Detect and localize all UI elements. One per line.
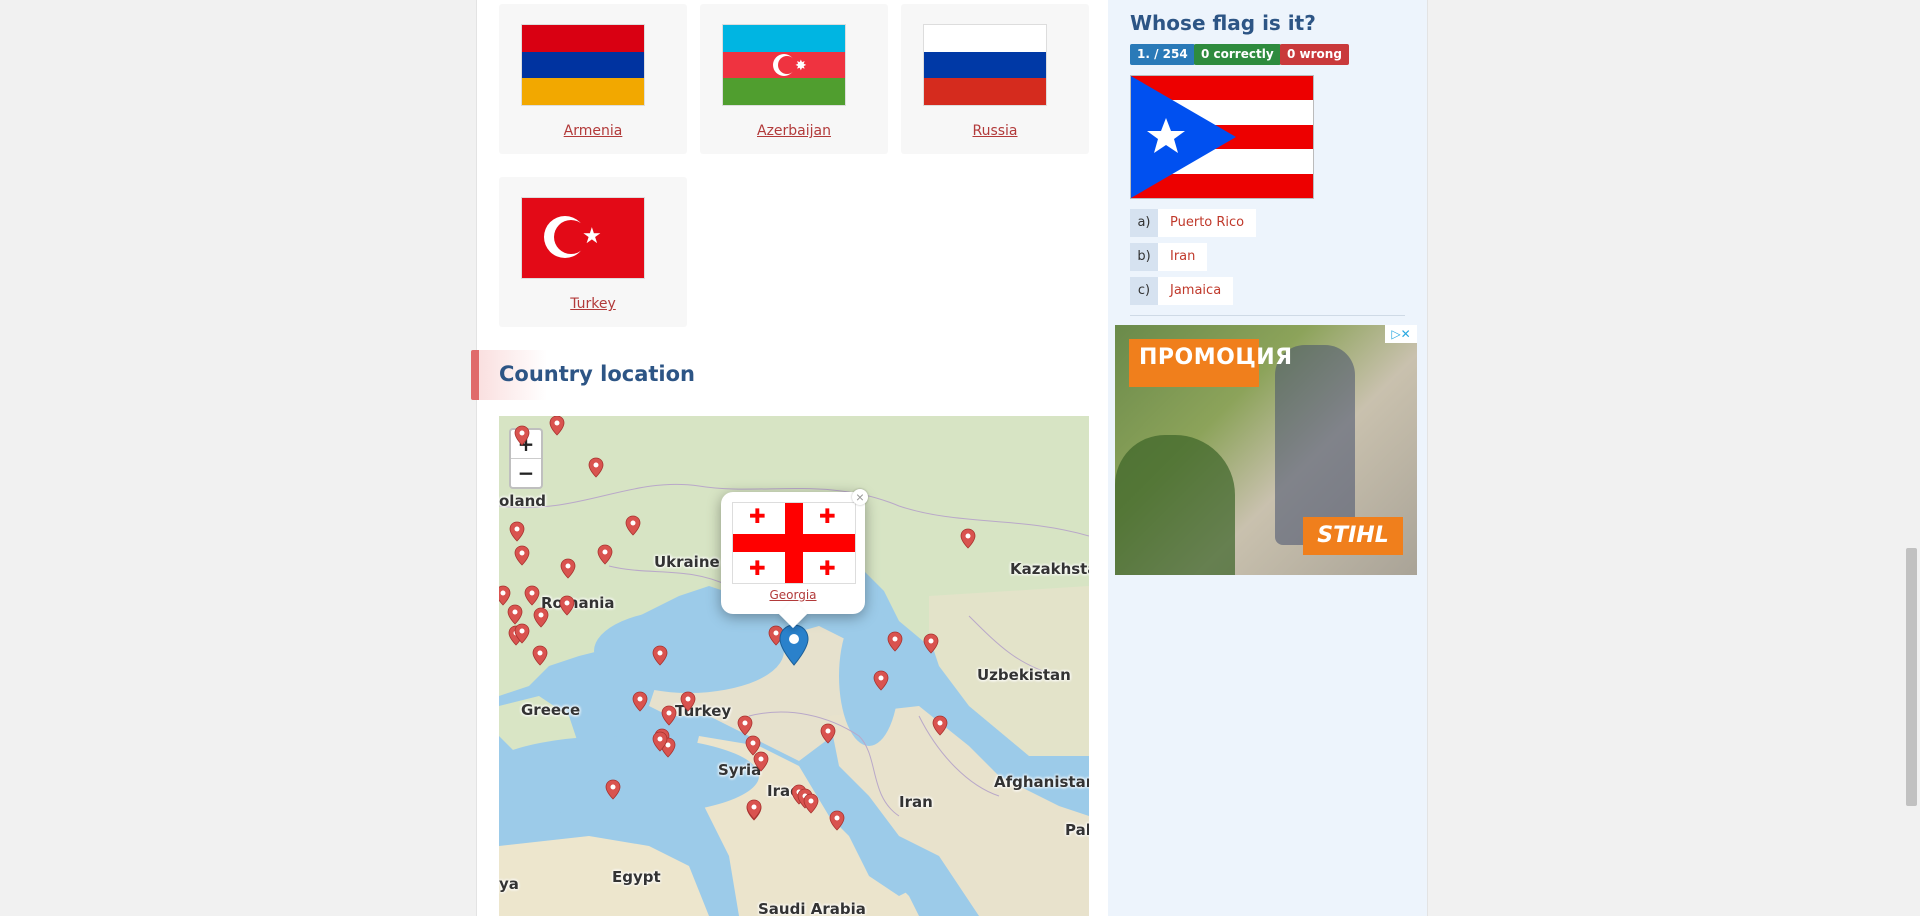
map-marker-icon[interactable] — [803, 793, 819, 814]
neighbor-name[interactable]: Azerbaijan — [700, 123, 888, 139]
map-marker-icon[interactable] — [632, 691, 648, 712]
map-marker-icon[interactable] — [753, 751, 769, 772]
page-content: Armenia ✸ Azerbaijan Russia ★ Turkey Cou… — [471, 0, 1428, 916]
map-marker-icon[interactable] — [533, 607, 549, 628]
flag-russia-icon — [923, 24, 1047, 106]
map-marker-icon[interactable] — [532, 645, 548, 666]
divider — [1130, 315, 1405, 316]
quiz-title: Whose flag is it? — [1130, 11, 1316, 35]
map-markers — [499, 416, 976, 831]
neighbor-name[interactable]: Armenia — [499, 123, 687, 139]
answer-text[interactable]: Puerto Rico — [1158, 209, 1257, 237]
answer-letter: b) — [1130, 243, 1158, 271]
section-title: Country location — [499, 362, 695, 386]
neighbor-name[interactable]: Turkey — [499, 296, 687, 312]
answer-letter: a) — [1130, 209, 1158, 237]
map-marker-icon[interactable] — [873, 670, 889, 691]
flag-turkey-icon: ★ — [521, 197, 645, 279]
map-marker-icon[interactable] — [559, 595, 575, 616]
neighbor-card-turkey[interactable]: ★ Turkey — [499, 177, 687, 327]
map-marker-icon[interactable] — [820, 723, 836, 744]
map-marker-icon[interactable] — [560, 558, 576, 579]
map-marker-icon[interactable] — [932, 715, 948, 736]
ad-promo-banner: ПРОМОЦИЯ — [1129, 339, 1292, 387]
map-marker-icon[interactable] — [514, 545, 530, 566]
map-marker-icon[interactable] — [829, 810, 845, 831]
map-marker-icon[interactable] — [597, 544, 613, 565]
ad-plants-image — [1115, 435, 1235, 575]
neighbor-card-russia[interactable]: Russia — [901, 4, 1089, 154]
map-marker-icon[interactable] — [680, 691, 696, 712]
counter-badge: 1. / 254 — [1130, 44, 1195, 65]
ad-close-icon[interactable]: ▷✕ — [1385, 325, 1417, 343]
answer-text[interactable]: Jamaica — [1158, 277, 1234, 305]
map-marker-icon[interactable] — [605, 779, 621, 800]
map-marker-icon[interactable] — [507, 604, 523, 625]
page-scrollbar[interactable] — [1903, 0, 1920, 916]
advertisement[interactable]: ПРОМОЦИЯ STIHL ▷✕ — [1115, 325, 1417, 575]
selected-marker-icon[interactable] — [779, 624, 809, 666]
answer-text[interactable]: Iran — [1158, 243, 1208, 271]
map-marker-icon[interactable] — [923, 633, 939, 654]
map-marker-icon[interactable] — [661, 705, 677, 726]
map-marker-icon[interactable] — [745, 735, 761, 756]
map-marker-icon[interactable] — [625, 515, 641, 536]
correct-badge: 0 correctly — [1194, 44, 1281, 65]
popup-close-button[interactable]: × — [852, 489, 868, 505]
scrollbar-thumb[interactable] — [1906, 548, 1917, 806]
ad-brand-logo: STIHL — [1303, 517, 1403, 555]
flag-azerbaijan-icon: ✸ — [722, 24, 846, 106]
neighbor-card-azerbaijan[interactable]: ✸ Azerbaijan — [700, 4, 888, 154]
country-map[interactable]: + − oland Ukraine Romania Greece Turkey … — [499, 416, 1089, 916]
wrong-badge: 0 wrong — [1280, 44, 1349, 65]
popup-country-link[interactable]: Georgia — [721, 588, 865, 602]
map-marker-icon[interactable] — [588, 457, 604, 478]
map-marker-icon[interactable] — [652, 645, 668, 666]
map-marker-icon[interactable] — [887, 631, 903, 652]
flag-armenia-icon — [521, 24, 645, 106]
map-marker-icon[interactable] — [514, 425, 530, 446]
map-marker-icon[interactable] — [746, 799, 762, 820]
map-marker-icon[interactable] — [960, 528, 976, 549]
map-marker-icon[interactable] — [549, 416, 565, 436]
quiz-sidebar: Whose flag is it? 1. / 254 0 correctly 0… — [1108, 0, 1427, 916]
map-marker-icon[interactable] — [737, 715, 753, 736]
neighbor-name[interactable]: Russia — [901, 123, 1089, 139]
flag-georgia-icon: ✚ ✚ ✚ ✚ — [732, 502, 856, 584]
map-popup: ✚ ✚ ✚ ✚ Georgia × — [721, 489, 868, 629]
flag-puerto-rico-icon — [1130, 75, 1314, 199]
neighbor-card-armenia[interactable]: Armenia — [499, 4, 687, 154]
ad-person-image — [1275, 345, 1355, 545]
map-marker-icon[interactable] — [524, 585, 540, 606]
map-marker-icon[interactable] — [509, 521, 525, 542]
map-marker-icon[interactable] — [499, 585, 511, 606]
answer-letter: c) — [1130, 277, 1158, 305]
